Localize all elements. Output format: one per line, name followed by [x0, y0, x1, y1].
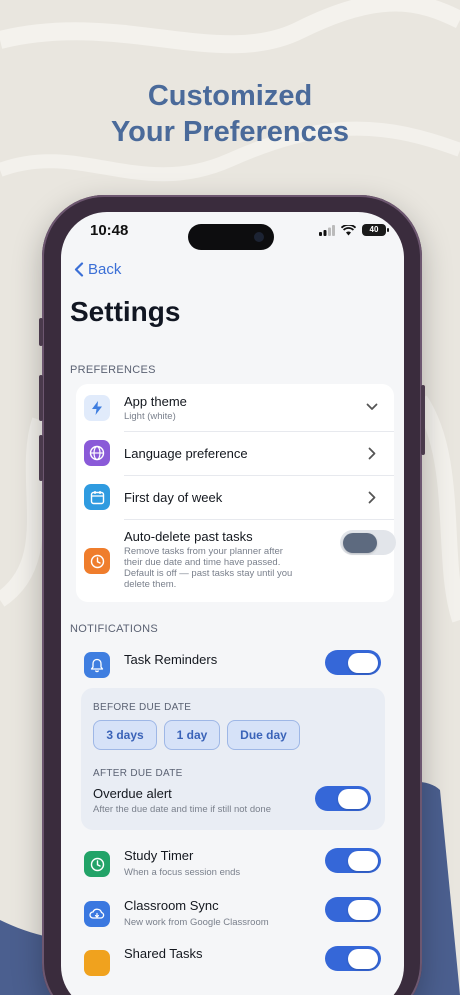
study-timer-title: Study Timer: [124, 848, 194, 863]
shared-tasks-title: Shared Tasks: [124, 946, 203, 961]
task-reminders-title: Task Reminders: [124, 652, 218, 667]
section-label-preferences: PREFERENCES: [70, 364, 156, 376]
study-timer-subtitle: When a focus session ends: [124, 867, 241, 878]
before-due-label: BEFORE DUE DATE: [93, 702, 192, 713]
overdue-alert-toggle[interactable]: [315, 786, 371, 811]
back-label: Back: [88, 261, 122, 278]
shared-tasks-icon: [84, 950, 110, 976]
auto-delete-title: Auto-delete past tasks: [124, 529, 253, 544]
cloud-sync-icon: [84, 901, 110, 927]
row-auto-delete: Auto-delete past tasks Remove tasks from…: [76, 520, 396, 602]
wifi-icon: [341, 224, 356, 235]
page-title: Settings: [70, 296, 181, 327]
after-due-label: AFTER DUE DATE: [93, 768, 183, 779]
clock-icon: [84, 548, 110, 574]
auto-delete-desc-3: Default is off — past tasks stay until y…: [124, 568, 293, 579]
first-day-title: First day of week: [124, 490, 223, 505]
bolt-icon: [84, 395, 110, 421]
headline-line-1: Customized: [147, 80, 313, 112]
status-time: 10:48: [90, 222, 129, 239]
app-theme-title: App theme: [124, 394, 187, 409]
chevron-right-icon: [368, 491, 376, 504]
study-timer-toggle[interactable]: [325, 848, 381, 873]
battery-icon: 40: [362, 224, 389, 236]
back-button[interactable]: Back: [74, 261, 121, 278]
chevron-right-icon: [368, 447, 376, 460]
timer-icon: [84, 851, 110, 877]
section-label-notifications: NOTIFICATIONS: [70, 623, 159, 635]
status-icons: 40: [319, 224, 389, 236]
auto-delete-toggle[interactable]: [340, 530, 396, 555]
classroom-sync-toggle[interactable]: [325, 897, 381, 922]
reminder-options-panel: BEFORE DUE DATE 3 days 1 day Due day AFT…: [81, 688, 385, 830]
row-first-day[interactable]: First day of week: [76, 476, 394, 519]
camera-icon: [254, 232, 264, 242]
volume-up-button: [39, 375, 43, 421]
overdue-alert-title: Overdue alert: [93, 786, 172, 801]
signal-icon: [319, 224, 335, 236]
dynamic-island: [188, 224, 274, 250]
chip-1-day[interactable]: 1 day: [164, 720, 220, 750]
promo-headline: Customized Your Preferences: [0, 78, 460, 150]
power-button: [421, 385, 425, 455]
toggle-knob: [348, 948, 378, 969]
row-shared-tasks: Shared Tasks: [76, 940, 394, 984]
chevron-down-icon: [366, 403, 378, 410]
classroom-sync-title: Classroom Sync: [124, 898, 219, 913]
bell-icon: [84, 652, 110, 678]
row-classroom-sync: Classroom Sync New work from Google Clas…: [76, 892, 394, 936]
chip-due-day[interactable]: Due day: [227, 720, 300, 750]
globe-icon: [84, 440, 110, 466]
auto-delete-desc-4: delete them.: [124, 579, 177, 590]
overdue-alert-subtitle: After the due date and time if still not…: [93, 804, 271, 815]
toggle-knob: [348, 652, 378, 673]
app-theme-subtitle: Light (white): [124, 411, 176, 422]
row-study-timer: Study Timer When a focus session ends: [76, 842, 394, 886]
chip-3-days[interactable]: 3 days: [93, 720, 157, 750]
task-reminders-toggle[interactable]: [325, 650, 381, 675]
chevron-left-icon: [74, 262, 84, 277]
toggle-knob: [348, 850, 378, 871]
headline-line-2: Your Preferences: [110, 116, 350, 148]
row-app-theme[interactable]: App theme Light (white): [76, 384, 394, 431]
classroom-sync-subtitle: New work from Google Classroom: [124, 917, 269, 928]
row-language[interactable]: Language preference: [76, 432, 394, 475]
phone-screen: 10:48 40 Back Settings PREFERENCES App t…: [61, 212, 404, 995]
volume-down-button: [39, 435, 43, 481]
toggle-knob: [348, 899, 378, 920]
auto-delete-desc-1: Remove tasks from your planner after: [124, 546, 283, 557]
preferences-card: App theme Light (white) Language prefere…: [76, 384, 396, 602]
calendar-icon: [84, 484, 110, 510]
shared-tasks-toggle[interactable]: [325, 946, 381, 971]
row-task-reminders: Task Reminders: [76, 644, 394, 684]
toggle-knob: [338, 788, 368, 809]
language-title: Language preference: [124, 446, 248, 461]
auto-delete-desc-2: their due date and time have passed.: [124, 557, 281, 568]
toggle-knob: [343, 532, 377, 553]
action-button: [39, 318, 43, 346]
